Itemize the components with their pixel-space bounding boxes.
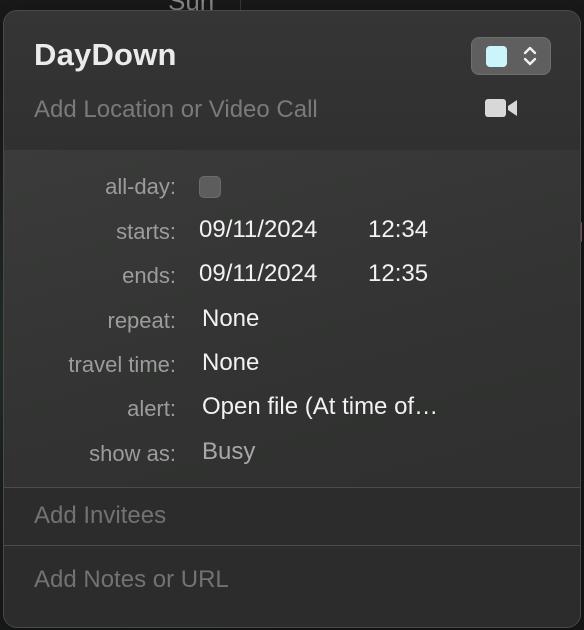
calendar-color-picker[interactable] bbox=[471, 37, 551, 75]
location-input[interactable]: Add Location or Video Call bbox=[34, 96, 318, 124]
repeat-label: repeat: bbox=[107, 308, 177, 333]
allday-checkbox[interactable] bbox=[199, 176, 221, 198]
ends-label: ends: bbox=[122, 263, 176, 288]
travel-time-label: travel time: bbox=[68, 352, 176, 377]
popover-header: DayDown Add Location or Video Call bbox=[4, 11, 580, 150]
starts-time-field[interactable]: 12:34 bbox=[368, 216, 428, 244]
travel-time-popup[interactable]: None bbox=[202, 349, 259, 377]
repeat-popup[interactable]: None bbox=[202, 305, 259, 333]
starts-label: starts: bbox=[116, 219, 176, 244]
notes-input[interactable]: Add Notes or URL bbox=[34, 566, 229, 594]
alert-popup[interactable]: Open file (At time of… bbox=[202, 393, 438, 421]
show-as-label: show as: bbox=[89, 441, 176, 466]
invitees-input[interactable]: Add Invitees bbox=[34, 502, 166, 530]
video-camera-icon[interactable] bbox=[485, 98, 517, 118]
starts-date-field[interactable]: 09/11/2024 bbox=[199, 216, 317, 244]
chevron-updown-icon bbox=[523, 46, 537, 66]
event-popover: DayDown Add Location or Video Call all-d… bbox=[3, 10, 581, 628]
invitees-divider bbox=[4, 545, 580, 546]
show-as-popup[interactable]: Busy bbox=[202, 438, 255, 466]
calendar-color-swatch bbox=[486, 46, 507, 67]
invitees-top-divider bbox=[4, 487, 580, 488]
allday-label: all-day: bbox=[105, 174, 176, 199]
event-title[interactable]: DayDown bbox=[34, 37, 177, 73]
ends-date-field[interactable]: 09/11/2024 bbox=[199, 260, 317, 288]
ends-time-field[interactable]: 12:35 bbox=[368, 260, 428, 288]
alert-label: alert: bbox=[127, 396, 176, 421]
